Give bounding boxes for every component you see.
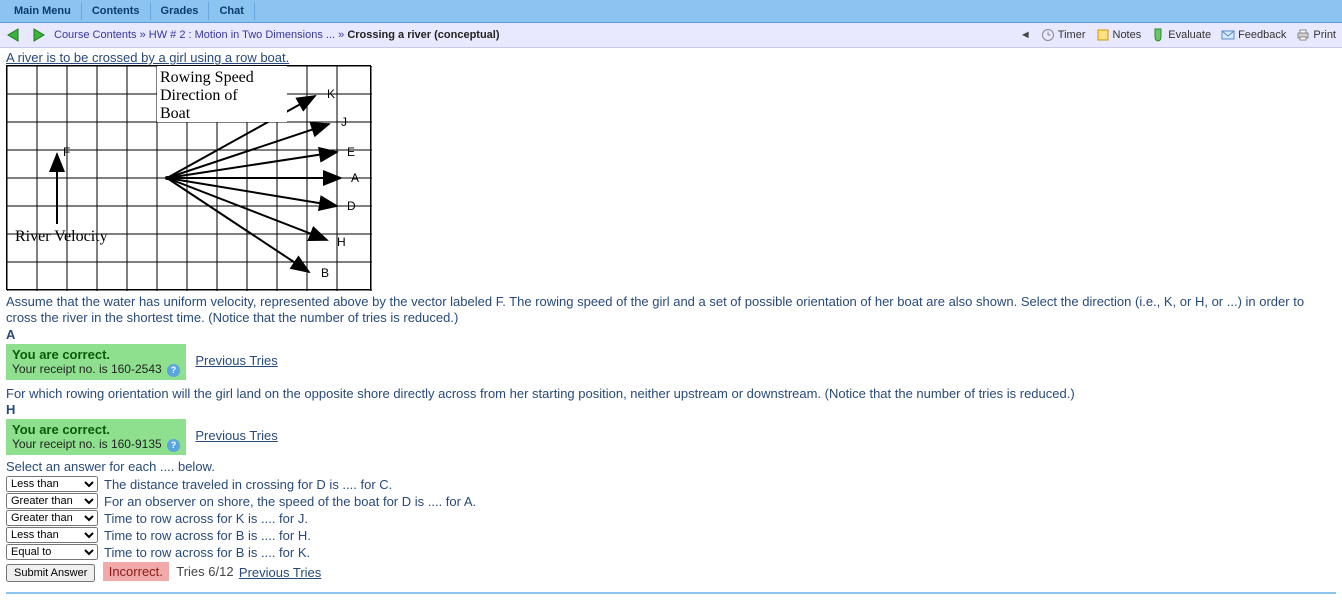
- incorrect-badge: Incorrect.: [103, 562, 169, 581]
- label-boat: Boat: [160, 105, 191, 122]
- breadcrumb: Course Contents » HW # 2 : Motion in Two…: [54, 29, 500, 41]
- label-rowing: Rowing Speed: [160, 69, 254, 86]
- tool-print[interactable]: Print: [1296, 28, 1336, 42]
- clock-icon: [1041, 28, 1055, 42]
- tool-notes[interactable]: Notes: [1096, 28, 1142, 42]
- label-B: B: [321, 266, 329, 280]
- crumb-sep1: »: [140, 29, 149, 41]
- q1-receipt: Your receipt no. is 160-2543: [12, 362, 162, 376]
- q2-answer: H: [6, 402, 1336, 417]
- label-D: D: [347, 199, 356, 213]
- content: A river is to be crossed by a girl using…: [0, 48, 1342, 610]
- tool-evaluate-label: Evaluate: [1168, 29, 1211, 41]
- q2-text: For which rowing orientation will the gi…: [6, 386, 1336, 402]
- label-river: River Velocity: [15, 228, 108, 245]
- q3-select[interactable]: Less thanGreater thanEqual to: [6, 493, 98, 509]
- label-direction: Direction of: [160, 87, 238, 104]
- q1-correct-box: You are correct. Your receipt no. is 160…: [6, 344, 186, 380]
- notes-icon: [1096, 28, 1110, 42]
- menu-grades[interactable]: Grades: [151, 2, 210, 20]
- feedback-icon: [1221, 28, 1235, 42]
- tool-print-label: Print: [1313, 29, 1336, 41]
- print-icon: [1296, 28, 1310, 42]
- label-J: J: [341, 115, 347, 129]
- menu-contents[interactable]: Contents: [82, 2, 151, 20]
- bottom-separator: [6, 592, 1336, 594]
- q3-row-text: Time to row across for B is .... for K.: [104, 545, 310, 560]
- q2-correct-box: You are correct. Your receipt no. is 160…: [6, 419, 186, 455]
- q3-row: Less thanGreater thanEqual to The distanc…: [6, 476, 1336, 492]
- nav-bar: Course Contents » HW # 2 : Motion in Two…: [0, 23, 1342, 48]
- q3-row: Less thanGreater thanEqual to Time to row…: [6, 510, 1336, 526]
- q3-row-text: Time to row across for K is .... for J.: [104, 511, 308, 526]
- q2-correct: You are correct.: [12, 422, 180, 437]
- q1-prev-tries[interactable]: Previous Tries: [195, 353, 277, 368]
- q3-intro: Select an answer for each .... below.: [6, 459, 1336, 475]
- evaluate-icon: [1151, 28, 1165, 42]
- label-F: F: [63, 145, 70, 159]
- crumb-hw[interactable]: HW # 2 : Motion in Two Dimensions ...: [149, 29, 335, 41]
- crumb-sep2: »: [338, 29, 347, 41]
- menu-chat[interactable]: Chat: [209, 2, 254, 20]
- nav-prev-tri[interactable]: ◄: [1020, 29, 1031, 41]
- intro-link[interactable]: A river is to be crossed by a girl using…: [6, 50, 289, 65]
- q3-select[interactable]: Less thanGreater thanEqual to: [6, 510, 98, 526]
- tool-notes-label: Notes: [1113, 29, 1142, 41]
- label-E: E: [347, 145, 355, 159]
- q2-receipt: Your receipt no. is 160-9135: [12, 437, 162, 451]
- figure: F River Velocity K J E A D H B Rowing Sp…: [6, 65, 371, 290]
- q3-row-text: The distance traveled in crossing for D …: [104, 477, 392, 492]
- crumb-course[interactable]: Course Contents: [54, 29, 137, 41]
- crumb-current: Crossing a river (conceptual): [347, 29, 499, 41]
- q3-row: Less thanGreater thanEqual to Time to row…: [6, 544, 1336, 560]
- submit-button[interactable]: Submit Answer: [6, 564, 95, 582]
- label-K: K: [327, 87, 335, 101]
- tool-timer[interactable]: Timer: [1041, 28, 1086, 42]
- q1-answer: A: [6, 327, 1336, 342]
- help-icon[interactable]: ?: [167, 364, 180, 377]
- tool-feedback-label: Feedback: [1238, 29, 1286, 41]
- q1-text: Assume that the water has uniform veloci…: [6, 294, 1336, 327]
- tool-timer-label: Timer: [1058, 29, 1086, 41]
- q3-select[interactable]: Less thanGreater thanEqual to: [6, 527, 98, 543]
- tool-evaluate[interactable]: Evaluate: [1151, 28, 1211, 42]
- q3-row: Less thanGreater thanEqual to For an obse…: [6, 493, 1336, 509]
- q3-row: Less thanGreater thanEqual to Time to row…: [6, 527, 1336, 543]
- top-menu: Main Menu Contents Grades Chat: [0, 0, 1342, 23]
- q3-row-text: For an observer on shore, the speed of t…: [104, 494, 476, 509]
- q3-select[interactable]: Less thanGreater thanEqual to: [6, 476, 98, 492]
- q2-prev-tries[interactable]: Previous Tries: [195, 428, 277, 443]
- help-icon[interactable]: ?: [167, 439, 180, 452]
- figure-svg: F River Velocity K J E A D H B Rowing Sp…: [7, 66, 372, 291]
- nav-forward-icon[interactable]: [30, 27, 48, 43]
- menu-main[interactable]: Main Menu: [4, 2, 82, 20]
- nav-back-icon[interactable]: [6, 27, 24, 43]
- label-A: A: [351, 171, 359, 185]
- q3-prev-tries[interactable]: Previous Tries: [239, 565, 321, 580]
- q3-select[interactable]: Less thanGreater thanEqual to: [6, 544, 98, 560]
- q3-row-text: Time to row across for B is .... for H.: [104, 528, 311, 543]
- tool-feedback[interactable]: Feedback: [1221, 28, 1286, 42]
- q3-rows: Less thanGreater thanEqual to The distanc…: [6, 476, 1336, 560]
- q1-correct: You are correct.: [12, 347, 180, 362]
- label-H: H: [337, 235, 346, 249]
